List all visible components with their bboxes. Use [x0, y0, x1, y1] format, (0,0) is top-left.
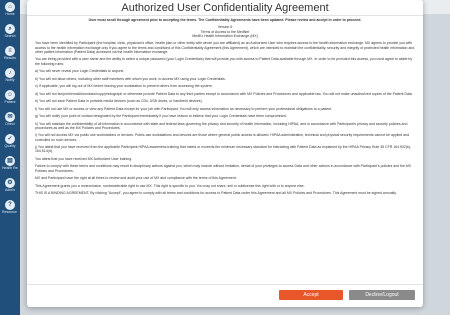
home-icon: ⌂: [5, 2, 15, 12]
agreement-rule: f) You will not use MX or access or view…: [35, 106, 333, 111]
sidebar-item-admin[interactable]: ⚙ Admin: [2, 178, 18, 196]
sidebar-item-label: Patient: [4, 100, 16, 104]
sidebar-item-home[interactable]: ⌂ Home: [2, 2, 18, 20]
sidebar-item-label: Home: [5, 12, 15, 16]
direct-icon: ✉: [5, 112, 15, 122]
record-icon: ▤: [5, 156, 15, 166]
binding-agreement-paragraph: THIS IS A BINDING AGREEMENT. By clicking…: [35, 191, 397, 196]
agreement-rule: d) You will not fax/print/email/download…: [35, 91, 413, 96]
sidebar-item-direct[interactable]: ✉ Direct: [2, 112, 18, 130]
agreement-rule: j) You attest that you have received fro…: [35, 145, 412, 154]
bell-icon: ♪: [5, 68, 15, 78]
sidebar-item-results[interactable]: ≡ Results: [2, 46, 18, 64]
agreement-rule: i) You will not access MX via public use…: [35, 133, 410, 142]
sidebar-item-label: Notify: [5, 78, 15, 82]
decline-logout-button[interactable]: Decline/Logout: [349, 290, 415, 300]
scroll-notice: User must scroll through agreement prior…: [88, 18, 362, 22]
organization-name: MedEx Health Information Exchange (MX): [192, 33, 258, 38]
dialog-title: Authorized User Confidentiality Agreemen…: [27, 0, 423, 16]
agreement-paragraph: You have been identified by Participant …: [35, 41, 415, 54]
sidebar-item-health-record[interactable]: ▤ Health Record: [2, 156, 18, 174]
sidebar-item-notify[interactable]: ♪ Notify: [2, 68, 18, 86]
agreement-rule: c) If applicable, you will log out of MX…: [35, 84, 213, 89]
quality-icon: ✓: [5, 134, 15, 144]
agreement-rule: h) You will maintain the confidentiality…: [35, 121, 408, 130]
patient-icon: ☺: [5, 90, 15, 100]
sidebar-item-label: Admin: [5, 188, 15, 192]
agreement-text-scroll[interactable]: User must scroll through agreement prior…: [35, 18, 415, 284]
accept-button[interactable]: Accept: [279, 290, 343, 300]
agreement-paragraph: This Agreement grants you a nonexclusive…: [35, 183, 305, 188]
resource-icon: ?: [5, 200, 15, 210]
sidebar-item-quality[interactable]: ✓ Quality: [2, 134, 18, 152]
sidebar-item-label: Search: [4, 34, 16, 38]
sidebar-item-label: Quality: [4, 144, 16, 148]
agreement-rule: b) You will not allow others, including …: [35, 76, 226, 81]
confidentiality-agreement-dialog: Authorized User Confidentiality Agreemen…: [27, 0, 423, 307]
sidebar-item-search[interactable]: ⌕ Search: [2, 24, 18, 42]
search-icon: ⌕: [5, 24, 15, 34]
sidebar-item-label: Health Record: [2, 166, 18, 170]
dialog-footer: Accept Decline/Logout: [27, 284, 423, 307]
agreement-paragraph: MX and Participant have the right at all…: [35, 176, 237, 181]
sidebar-item-patient[interactable]: ☺ Patient: [2, 90, 18, 108]
sidebar-nav: ⌂ Home ⌕ Search ≡ Results ♪ Notify ☺ Pat…: [0, 0, 20, 315]
agreement-paragraph: You are being provided with a user name …: [35, 57, 413, 66]
agreement-rule: e) You will not save Patient Data in por…: [35, 99, 203, 104]
sidebar-item-resource-center[interactable]: ? Resource Center: [2, 200, 18, 218]
results-icon: ≡: [5, 46, 15, 56]
sidebar-item-label: Resource Center: [2, 210, 18, 214]
admin-icon: ⚙: [5, 178, 15, 188]
agreement-paragraph: Failure to comply with these terms and c…: [35, 164, 412, 173]
agreement-paragraph: You attest that you have received MX Aut…: [35, 156, 133, 161]
sidebar-item-label: Direct: [5, 122, 15, 126]
sidebar-item-label: Results: [4, 56, 16, 60]
agreement-rule: a) You will never reveal your Login Cred…: [35, 69, 125, 74]
agreement-rule: g) You will notify your point of contact…: [35, 114, 287, 119]
